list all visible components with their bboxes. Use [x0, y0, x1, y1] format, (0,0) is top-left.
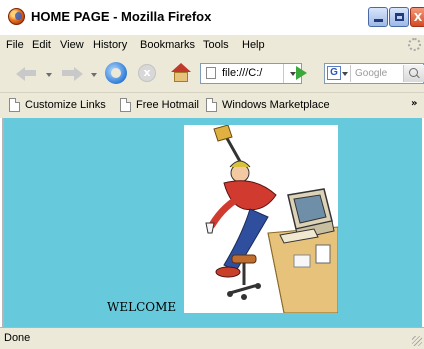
menu-view[interactable]: View [60, 39, 84, 51]
menu-help[interactable]: Help [242, 39, 265, 51]
search-bar[interactable]: G Google [324, 63, 424, 84]
close-icon: X [413, 10, 423, 24]
menu-edit[interactable]: Edit [32, 39, 51, 51]
cartoon-illustration [184, 124, 339, 314]
url-bar[interactable]: file:///C:/ [200, 63, 302, 84]
window-title: HOME PAGE - Mozilla Firefox [31, 9, 212, 24]
chevron-down-icon[interactable] [342, 72, 348, 76]
search-input[interactable]: Google [355, 68, 387, 79]
forward-arrow-icon [74, 67, 83, 81]
stop-button[interactable]: x [138, 64, 156, 82]
url-text[interactable]: file:///C:/ [222, 67, 262, 79]
home-icon [171, 63, 191, 72]
menu-bar: File Edit View History Bookmarks Tools H… [0, 34, 424, 56]
page-icon [206, 98, 217, 112]
throbber-icon [408, 38, 421, 51]
welcome-text: WELCOME [107, 300, 177, 314]
status-bar: Done [0, 327, 424, 349]
title-bar: HOME PAGE - Mozilla Firefox X [0, 0, 424, 34]
page-icon [120, 98, 131, 112]
page-icon [206, 67, 216, 79]
menu-bookmarks[interactable]: Bookmarks [140, 39, 195, 51]
back-history-dropdown[interactable] [46, 73, 52, 77]
menu-history[interactable]: History [93, 39, 127, 51]
home-button[interactable] [171, 63, 191, 83]
page-content: WELCOME [2, 118, 422, 327]
maximize-icon [394, 13, 404, 21]
resize-grip-icon[interactable] [412, 336, 422, 346]
search-button[interactable] [403, 65, 424, 82]
maximize-button[interactable] [389, 7, 409, 27]
menu-file[interactable]: File [6, 39, 24, 51]
bookmark-label: Free Hotmail [136, 99, 199, 111]
page-icon [9, 98, 20, 112]
back-button[interactable] [16, 65, 38, 81]
bookmark-label: Windows Marketplace [222, 99, 330, 111]
firefox-icon [8, 8, 25, 25]
bookmarks-toolbar: Customize Links Free Hotmail Windows Mar… [0, 92, 424, 118]
forward-history-dropdown[interactable] [91, 73, 97, 77]
bookmark-label: Customize Links [25, 99, 106, 111]
search-engine-icon[interactable]: G [327, 66, 341, 80]
forward-button[interactable] [62, 65, 84, 81]
reload-button[interactable] [105, 62, 127, 84]
status-text: Done [4, 332, 31, 344]
go-button[interactable] [296, 66, 307, 80]
bookmarks-overflow-chevron[interactable]: » [411, 98, 417, 109]
minimize-icon [373, 19, 383, 22]
minimize-button[interactable] [368, 7, 388, 27]
close-button[interactable]: X [410, 7, 424, 27]
navigation-toolbar: x file:///C:/ G Google [0, 56, 424, 92]
menu-tools[interactable]: Tools [203, 39, 229, 51]
